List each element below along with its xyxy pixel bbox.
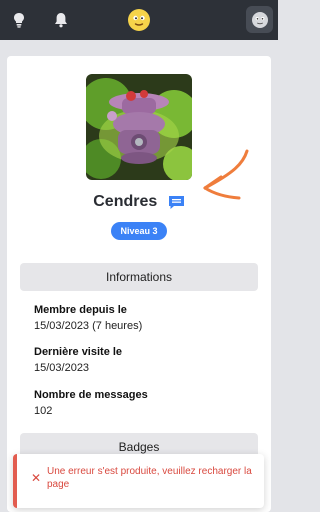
member-since-label: Membre depuis le xyxy=(34,304,127,316)
message-count-value: 102 xyxy=(34,405,53,417)
last-visit-value: 15/03/2023 xyxy=(34,362,90,374)
error-message: Une erreur s'est produite, veuillez rech… xyxy=(47,466,252,490)
user-avatar[interactable] xyxy=(246,6,273,33)
profile-picture xyxy=(86,74,192,180)
smiley-logo-icon[interactable] xyxy=(127,8,151,32)
error-toast[interactable]: ✕ Une erreur s'est produite, veuillez re… xyxy=(13,454,264,508)
close-icon[interactable]: ✕ xyxy=(31,472,41,484)
member-since-value: 15/03/2023 (7 heures) xyxy=(34,320,143,332)
message-count-label: Nombre de messages xyxy=(34,389,148,401)
last-visit-label: Dernière visite le xyxy=(34,346,123,358)
bell-icon[interactable] xyxy=(51,10,71,30)
annotation-arrow-icon xyxy=(203,149,249,200)
username: Cendres xyxy=(93,193,158,210)
top-bar xyxy=(0,0,278,40)
level-badge: Niveau 3 xyxy=(111,222,167,240)
message-icon[interactable] xyxy=(168,195,185,210)
profile-card: Cendres Niveau 3 Informations Membre dep… xyxy=(7,56,271,512)
informations-header: Informations xyxy=(20,263,258,291)
lightbulb-icon[interactable] xyxy=(9,10,29,30)
